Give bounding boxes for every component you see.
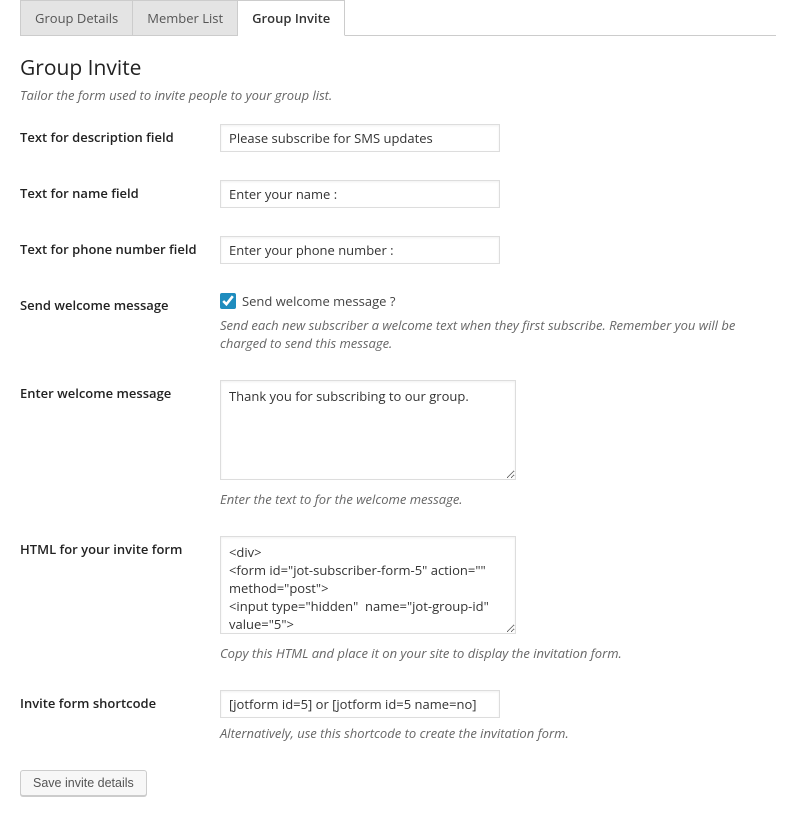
label-name-text: Text for name field <box>20 180 220 202</box>
textarea-html-form[interactable]: <div> <form id="jot-subscriber-form-5" a… <box>220 536 516 634</box>
tab-member-list[interactable]: Member List <box>133 0 238 35</box>
help-welcome-message: Enter the text to for the welcome messag… <box>220 490 776 508</box>
label-description-text: Text for description field <box>20 124 220 146</box>
help-send-welcome: Send each new subscriber a welcome text … <box>220 316 776 352</box>
tab-group-details[interactable]: Group Details <box>20 0 133 35</box>
input-shortcode[interactable] <box>220 690 500 718</box>
page-title: Group Invite <box>20 54 776 82</box>
input-phone-text[interactable] <box>220 236 500 264</box>
input-name-text[interactable] <box>220 180 500 208</box>
help-html-form: Copy this HTML and place it on your site… <box>220 644 776 662</box>
checkbox-send-welcome-label: Send welcome message ? <box>242 292 395 310</box>
tab-group-invite[interactable]: Group Invite <box>238 0 345 36</box>
label-send-welcome: Send welcome message <box>20 292 220 314</box>
label-phone-text: Text for phone number field <box>20 236 220 258</box>
input-description-text[interactable] <box>220 124 500 152</box>
textarea-welcome-message[interactable]: Thank you for subscribing to our group. <box>220 380 516 480</box>
help-shortcode: Alternatively, use this shortcode to cre… <box>220 724 776 742</box>
tab-bar: Group Details Member List Group Invite <box>20 0 776 36</box>
label-shortcode: Invite form shortcode <box>20 690 220 712</box>
label-html-form: HTML for your invite form <box>20 536 220 558</box>
save-button[interactable]: Save invite details <box>20 770 147 796</box>
label-welcome-message: Enter welcome message <box>20 380 220 402</box>
page-description: Tailor the form used to invite people to… <box>20 86 776 104</box>
checkbox-send-welcome[interactable] <box>220 293 236 309</box>
